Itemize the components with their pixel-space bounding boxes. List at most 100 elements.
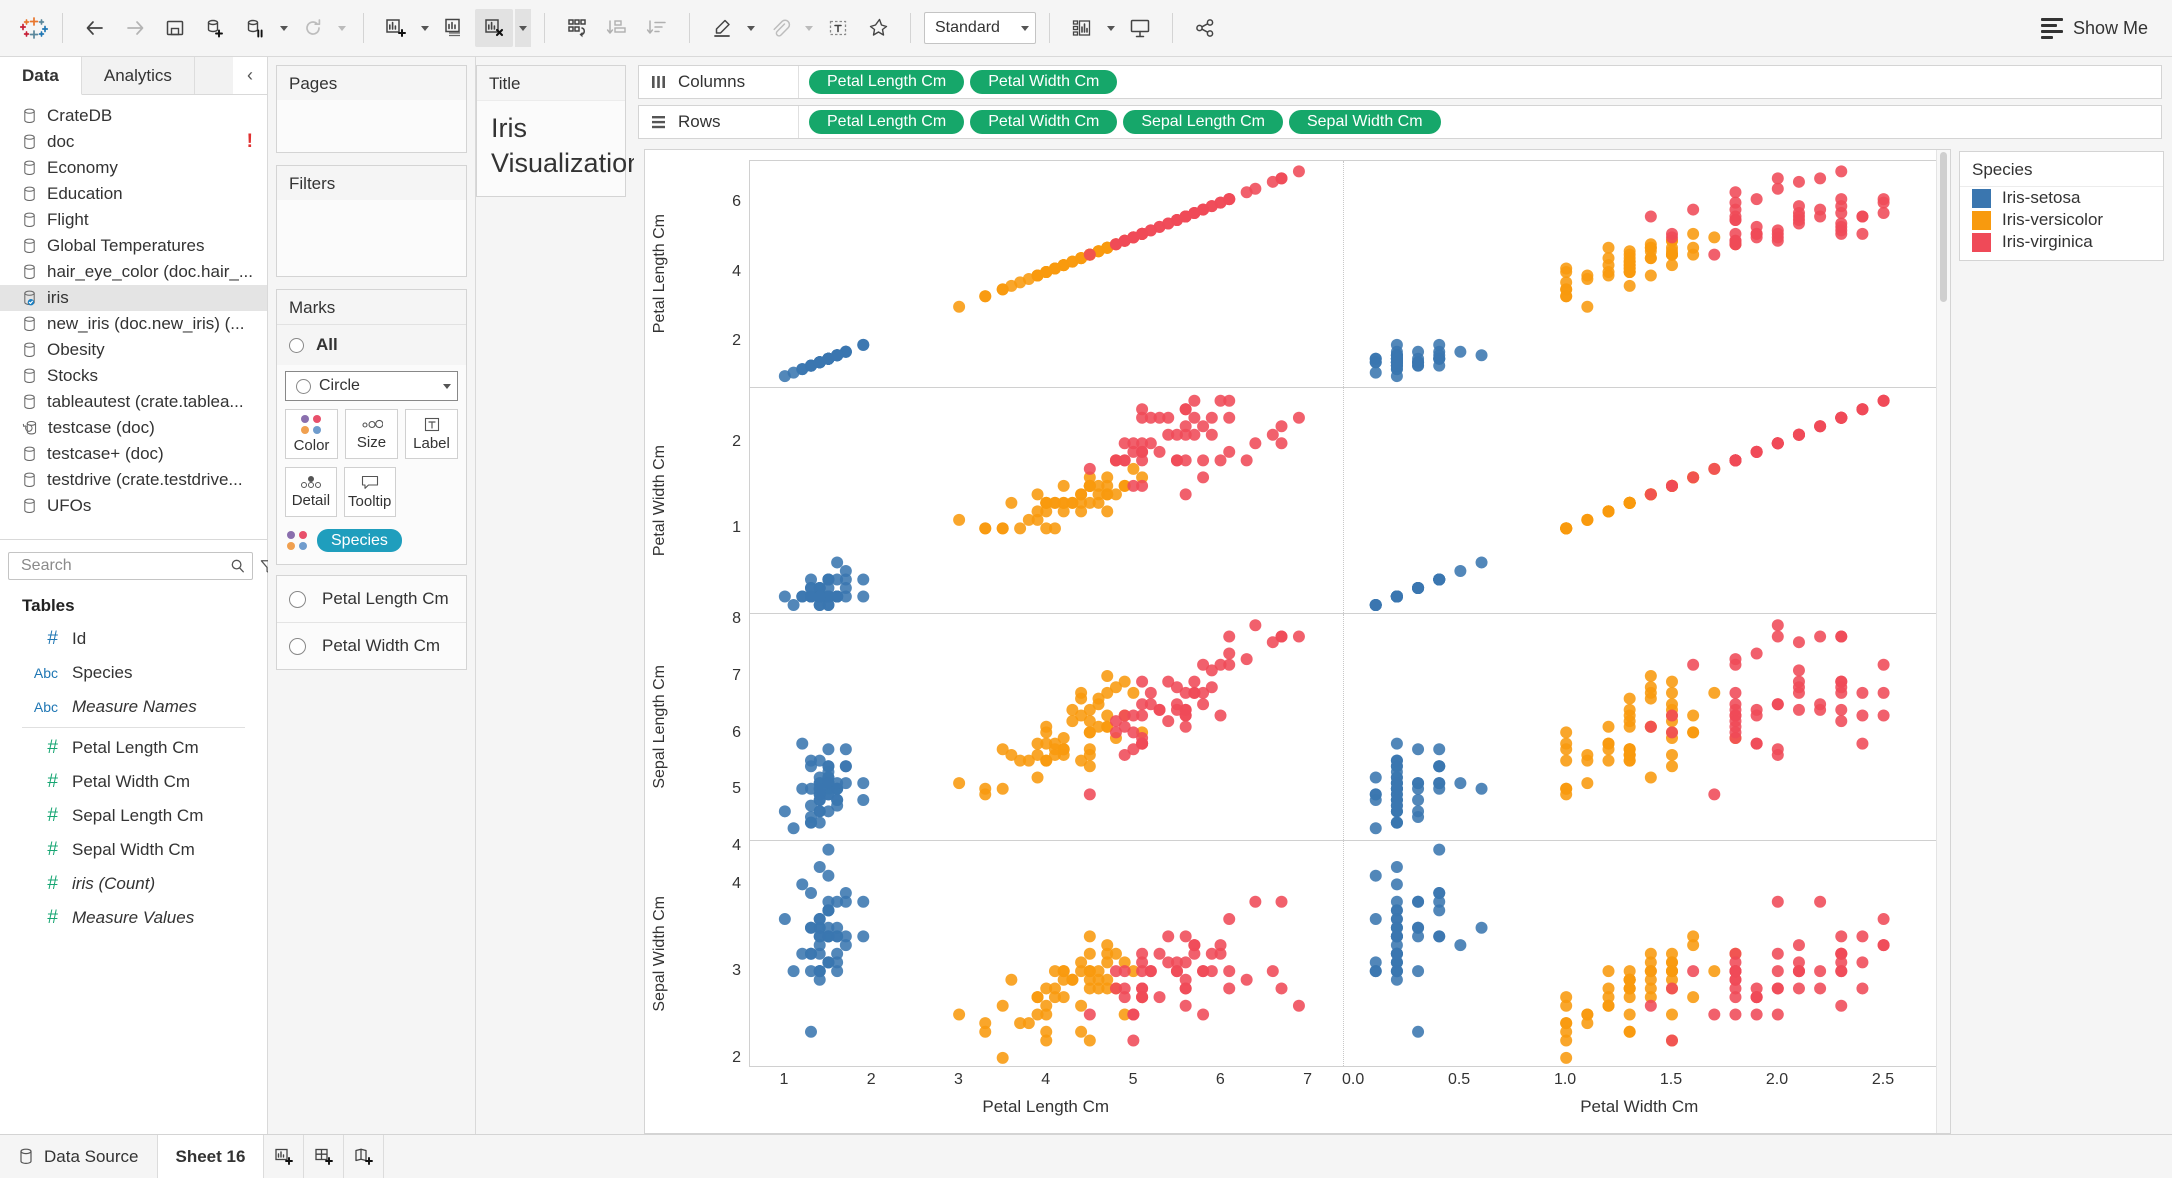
scatter-cell[interactable] (750, 388, 1343, 614)
share-button[interactable] (1186, 9, 1224, 47)
data-source-item[interactable]: testcase+ (doc) (0, 441, 267, 467)
show-hide-cards-dropdown[interactable] (1103, 9, 1119, 47)
tab-analytics[interactable]: Analytics (82, 57, 195, 94)
show-hide-cards-button[interactable] (1063, 9, 1101, 47)
pin-button[interactable] (859, 9, 897, 47)
scatter-cell[interactable] (750, 841, 1343, 1067)
field-item[interactable]: # Sepal Length Cm (0, 799, 267, 833)
scatter-cell[interactable] (750, 161, 1343, 387)
field-item[interactable]: # Id (0, 622, 267, 656)
duplicate-sheet-button[interactable] (435, 9, 473, 47)
sort-ascending-button[interactable] (598, 9, 636, 47)
field-item[interactable]: Abc Measure Names (0, 690, 267, 724)
scatter-cell[interactable] (1342, 614, 1937, 840)
legend-item[interactable]: Iris-setosa (1960, 187, 2163, 209)
scatter-cell[interactable] (1342, 387, 1937, 613)
data-source-item[interactable]: testdrive (crate.testdrive... (0, 467, 267, 493)
collapse-pane-icon[interactable]: ‹ (233, 57, 267, 94)
species-color-pill[interactable]: Species (317, 529, 402, 552)
data-source-item[interactable]: tableautest (crate.tablea... (0, 389, 267, 415)
new-story-icon[interactable] (344, 1135, 385, 1178)
filters-card-dropzone[interactable] (277, 200, 466, 276)
field-item[interactable]: # Measure Values (0, 901, 267, 935)
search-input[interactable] (19, 556, 230, 576)
scatter-cell[interactable] (750, 614, 1343, 840)
scatter-cell[interactable] (1342, 161, 1937, 387)
data-source-item[interactable]: iris (0, 285, 267, 311)
data-source-item[interactable]: testcase (doc) (0, 415, 267, 441)
data-source-item[interactable]: Global Temperatures (0, 233, 267, 259)
marks-shelf-item-petal-length[interactable]: Petal Length Cm (277, 576, 466, 623)
fit-select[interactable]: Standard (924, 12, 1036, 44)
size-button[interactable]: Size (345, 409, 398, 459)
text-box-button[interactable] (819, 9, 857, 47)
clear-sheet-button[interactable] (475, 9, 513, 47)
worksheet-title[interactable]: Iris Visualization (477, 101, 642, 196)
marks-all-radio[interactable] (289, 337, 304, 353)
data-source-item[interactable]: Education (0, 181, 267, 207)
forward-button[interactable] (116, 9, 154, 47)
data-source-item[interactable]: Obesity (0, 337, 267, 363)
pause-data-source-button[interactable] (236, 9, 274, 47)
refresh-dropdown[interactable] (334, 9, 350, 47)
marks-shelf-item-petal-width[interactable]: Petal Width Cm (277, 623, 466, 669)
refresh-button[interactable] (294, 9, 332, 47)
swap-rows-columns-button[interactable] (558, 9, 596, 47)
scrollbar-thumb[interactable] (1940, 152, 1947, 302)
pause-data-source-dropdown[interactable] (276, 9, 292, 47)
label-button[interactable]: Label (405, 409, 458, 459)
attachment-button[interactable] (761, 9, 799, 47)
field-item[interactable]: # Sepal Width Cm (0, 833, 267, 867)
warning-icon[interactable]: ! (247, 131, 253, 153)
back-button[interactable] (76, 9, 114, 47)
show-me-button[interactable]: Show Me (2040, 17, 2158, 39)
rows-shelf[interactable]: Rows Petal Length Cm Petal Width Cm Sepal … (638, 105, 2162, 139)
attachment-dropdown[interactable] (801, 9, 817, 47)
highlight-button[interactable] (703, 9, 741, 47)
rows-pill[interactable]: Sepal Width Cm (1288, 110, 1441, 134)
data-source-item[interactable]: Stocks (0, 363, 267, 389)
highlight-dropdown[interactable] (743, 9, 759, 47)
data-source-item[interactable]: new_iris (doc.new_iris) (... (0, 311, 267, 337)
data-source-item[interactable]: hair_eye_color (doc.hair_... (0, 259, 267, 285)
clear-sheet-dropdown[interactable] (515, 9, 531, 47)
save-button[interactable] (156, 9, 194, 47)
sheet-tab[interactable]: Sheet 16 (157, 1135, 265, 1178)
scatter-cell[interactable] (1342, 840, 1937, 1066)
marks-all-row[interactable]: All (277, 324, 466, 365)
columns-pill[interactable]: Petal Width Cm (970, 70, 1118, 94)
field-item[interactable]: # Petal Length Cm (0, 731, 267, 765)
new-worksheet-dropdown[interactable] (417, 9, 433, 47)
color-button[interactable]: Color (285, 409, 338, 459)
rows-pill[interactable]: Petal Width Cm (970, 110, 1118, 134)
columns-pill[interactable]: Petal Length Cm (809, 70, 965, 94)
field-item[interactable]: # Petal Width Cm (0, 765, 267, 799)
rows-pill[interactable]: Sepal Length Cm (1123, 110, 1283, 134)
vertical-scrollbar[interactable] (1936, 150, 1950, 1133)
pages-card-dropzone[interactable] (277, 100, 466, 152)
presentation-mode-button[interactable] (1121, 9, 1159, 47)
data-source-item[interactable]: UFOs (0, 493, 267, 519)
tableau-logo-icon[interactable] (14, 8, 54, 48)
detail-button[interactable]: Detail (285, 467, 337, 517)
sort-descending-button[interactable] (638, 9, 676, 47)
field-item[interactable]: # iris (Count) (0, 867, 267, 901)
new-dashboard-icon[interactable] (304, 1135, 345, 1178)
data-source-item[interactable]: Flight (0, 207, 267, 233)
mark-type-select[interactable]: Circle (285, 371, 458, 401)
new-data-source-button[interactable] (196, 9, 234, 47)
new-worksheet-button[interactable] (377, 9, 415, 47)
rows-pill[interactable]: Petal Length Cm (809, 110, 965, 134)
data-source-item[interactable]: doc! (0, 129, 267, 155)
data-source-tab[interactable]: Data Source (0, 1135, 158, 1178)
search-input-wrapper[interactable] (8, 552, 253, 580)
tooltip-button[interactable]: Tooltip (343, 467, 396, 517)
data-source-item[interactable]: CrateDB (0, 103, 267, 129)
tab-data[interactable]: Data (0, 57, 82, 95)
data-source-item[interactable]: Economy (0, 155, 267, 181)
field-item[interactable]: Abc Species (0, 656, 267, 690)
new-worksheet-icon[interactable] (264, 1135, 305, 1178)
legend-item[interactable]: Iris-versicolor (1960, 209, 2163, 231)
columns-shelf[interactable]: Columns Petal Length Cm Petal Width Cm (638, 65, 2162, 99)
legend-item[interactable]: Iris-virginica (1960, 231, 2163, 260)
